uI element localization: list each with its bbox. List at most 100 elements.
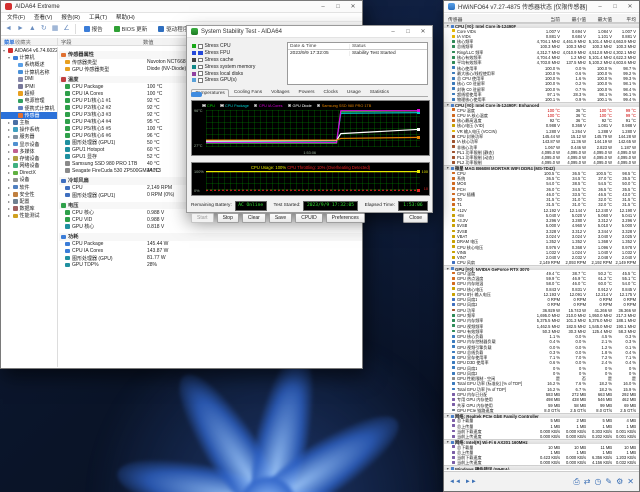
print-icon[interactable]: ⎙ bbox=[573, 477, 579, 486]
close-button[interactable]: Close bbox=[403, 213, 428, 223]
legend-checkbox[interactable] bbox=[202, 103, 206, 108]
column-minimum[interactable]: 最小值 bbox=[572, 16, 586, 23]
sidebar-item-计算机[interactable]: ▾ 计算机 bbox=[1, 54, 57, 61]
tab-powers[interactable]: Powers bbox=[294, 88, 319, 96]
expander-icon[interactable]: ▸ bbox=[7, 213, 11, 218]
column-value[interactable]: 数值 bbox=[143, 38, 154, 46]
sidebar-item-数据库[interactable]: ▸ 数据库 bbox=[1, 205, 57, 212]
sidebar-item-主板[interactable]: ▸ 主板 bbox=[1, 119, 57, 126]
stress-option[interactable]: Stress GPU(s) bbox=[192, 77, 284, 84]
tab-favorites[interactable]: 收藏夹 bbox=[15, 38, 57, 46]
legend-item[interactable]: CPU bbox=[202, 104, 215, 108]
expander-icon[interactable]: ▸ bbox=[7, 177, 11, 182]
expander-icon[interactable]: ▾ bbox=[2, 48, 6, 53]
column-maximum[interactable]: 最大值 bbox=[598, 16, 612, 23]
test-log[interactable]: Date & Time Status 2023/9/9 17:32:05 Stab… bbox=[287, 42, 428, 85]
refresh-icon[interactable]: ↻ bbox=[41, 25, 47, 32]
sidebar-item-传感器[interactable]: 传感器 bbox=[1, 111, 57, 119]
sidebar-item-软件[interactable]: ▸ 软件 bbox=[1, 184, 57, 191]
expander-icon[interactable]: ▸ bbox=[7, 199, 11, 204]
chart-icon[interactable]: ∠ bbox=[63, 25, 69, 32]
sidebar-item-多媒体[interactable]: ▸ 多媒体 bbox=[1, 148, 57, 155]
quit-icon[interactable]: ✕ bbox=[627, 477, 634, 486]
legend-item[interactable]: CPU IA Cores bbox=[253, 104, 283, 108]
polling-clock-icon[interactable]: ◷ bbox=[594, 477, 601, 486]
panel-icon[interactable]: ▦ bbox=[52, 25, 59, 32]
sidebar-item-IPMI[interactable]: IPMI bbox=[1, 83, 57, 90]
sensor-row[interactable]: GPU TDP% 28% bbox=[59, 262, 362, 269]
sensor-row[interactable]: 图形处理器 (GPU) 81.77 W bbox=[59, 255, 362, 262]
close-button[interactable]: ✕ bbox=[418, 28, 428, 35]
expander-icon[interactable]: ▸ bbox=[7, 192, 11, 197]
expand-all-icon[interactable]: ►► bbox=[465, 479, 477, 485]
sensor-group-header[interactable]: ▼ Windows 硬件错误 (WHEA) bbox=[444, 465, 639, 470]
expander-icon[interactable]: ▸ bbox=[7, 120, 11, 125]
column-sensor[interactable]: 传感器 bbox=[448, 16, 462, 23]
tab-cooling-fans[interactable]: Cooling Fans bbox=[229, 88, 266, 96]
expander-icon[interactable]: ▸ bbox=[7, 185, 11, 190]
aida64-nav-tree[interactable]: ▾AIDA64 v6.74.6022 Beta▾计算机系统概述计算机名称DMII… bbox=[1, 47, 58, 367]
menu-item[interactable]: 帮助(H) bbox=[116, 13, 135, 21]
expander-icon[interactable]: ▸ bbox=[7, 156, 11, 161]
up-icon[interactable]: ▲ bbox=[29, 25, 36, 32]
checkbox-unchecked[interactable] bbox=[198, 64, 203, 70]
log-column-datetime[interactable]: Date & Time bbox=[288, 43, 350, 49]
sidebar-item-超频[interactable]: 超频 bbox=[1, 90, 57, 97]
column-average[interactable]: 平均 bbox=[626, 16, 636, 23]
sensor-row[interactable]: GPU 核心 0.818 V bbox=[59, 223, 362, 230]
sidebar-item-显示设备[interactable]: ▸ 显示设备 bbox=[1, 140, 57, 148]
column-current[interactable]: 当前 bbox=[550, 16, 560, 23]
sidebar-item-DirectX[interactable]: ▸ DirectX bbox=[1, 169, 57, 176]
sidebar-item-性能测试[interactable]: ▸ 性能测试 bbox=[1, 212, 57, 219]
sidebar-item-存储设备[interactable]: ▸ 存储设备 bbox=[1, 155, 57, 162]
remote-monitor-icon[interactable]: ⇄ bbox=[584, 477, 591, 486]
legend-checkbox[interactable] bbox=[287, 103, 292, 108]
minimize-button[interactable]: – bbox=[388, 29, 398, 35]
sidebar-item-AIDA64 v6.74.6022 Beta[interactable]: ▾ AIDA64 v6.74.6022 Beta bbox=[1, 47, 57, 54]
hwinfo-titlebar[interactable]: HWiNFO64 v7.27-4875 传感器状态 [仅限传感器] – □ ✕ bbox=[444, 1, 639, 13]
clear-button[interactable]: Clear bbox=[241, 213, 266, 223]
cpuid-button[interactable]: CPUID bbox=[295, 213, 323, 223]
aida64-titlebar[interactable]: AIDA64 Extreme – □ ✕ bbox=[1, 1, 362, 13]
legend-item[interactable]: CPU Package bbox=[220, 104, 249, 108]
checkbox-unchecked[interactable] bbox=[198, 57, 203, 63]
sidebar-item-操作系统[interactable]: ▸ 操作系统 bbox=[1, 126, 57, 133]
stress-option[interactable]: Stress FPU bbox=[192, 50, 284, 57]
maximize-button[interactable]: □ bbox=[333, 4, 343, 10]
legend-scroll-thumb[interactable] bbox=[191, 92, 202, 97]
expander-icon[interactable]: ▸ bbox=[7, 127, 11, 132]
sidebar-item-电源管理[interactable]: 电源管理 bbox=[1, 97, 57, 104]
sidebar-item-DMI[interactable]: DMI bbox=[1, 76, 57, 83]
tab-menu[interactable]: 菜单 bbox=[1, 38, 15, 46]
column-field[interactable]: 字段 bbox=[57, 37, 143, 46]
collapse-all-icon[interactable]: ◄◄ bbox=[449, 479, 461, 485]
minimize-button[interactable]: – bbox=[318, 4, 328, 10]
maximize-button[interactable]: □ bbox=[403, 29, 413, 35]
tab-usage[interactable]: Usage bbox=[342, 88, 365, 96]
back-icon[interactable]: ◄ bbox=[5, 25, 12, 32]
tab-clocks[interactable]: Clocks bbox=[319, 88, 342, 96]
menu-item[interactable]: 工具(T) bbox=[89, 13, 107, 21]
legend-item[interactable]: Samsung SSD 980 PRO 1TB bbox=[316, 104, 371, 108]
checkbox-unchecked[interactable] bbox=[198, 71, 203, 76]
sensor-row[interactable]: CPU Package 145.44 W bbox=[59, 241, 362, 248]
forward-icon[interactable]: ► bbox=[17, 25, 24, 32]
expander-icon[interactable]: ▸ bbox=[7, 149, 11, 154]
menu-item[interactable]: 报告(R) bbox=[61, 13, 80, 21]
sidebar-item-系统概述[interactable]: 系统概述 bbox=[1, 61, 57, 68]
sidebar-item-便携式计算机[interactable]: 便携式计算机 bbox=[1, 105, 57, 112]
stability-test-window[interactable]: System Stability Test - AIDA64 – □ ✕ Stres… bbox=[186, 25, 433, 223]
tab-statistics[interactable]: Statistics bbox=[365, 88, 393, 96]
settings-gear-icon[interactable]: ⚙ bbox=[616, 477, 623, 486]
save-button[interactable]: Save bbox=[268, 213, 293, 223]
report-button[interactable]: 报告 bbox=[81, 24, 106, 34]
menu-item[interactable]: 文件(F) bbox=[7, 13, 25, 21]
legend-item[interactable]: GPU Diode bbox=[287, 103, 312, 108]
stress-option[interactable]: Stress local disks bbox=[192, 70, 284, 77]
sidebar-item-安全性[interactable]: ▸ 安全性 bbox=[1, 191, 57, 198]
expander-icon[interactable]: ▸ bbox=[7, 163, 11, 168]
checkbox-checked[interactable] bbox=[198, 50, 203, 56]
log-row[interactable]: 2023/9/9 17:32:05 Stability Test Started bbox=[288, 50, 427, 57]
sidebar-item-网络设备[interactable]: ▸ 网络设备 bbox=[1, 162, 57, 169]
minimize-button[interactable]: – bbox=[595, 4, 605, 10]
